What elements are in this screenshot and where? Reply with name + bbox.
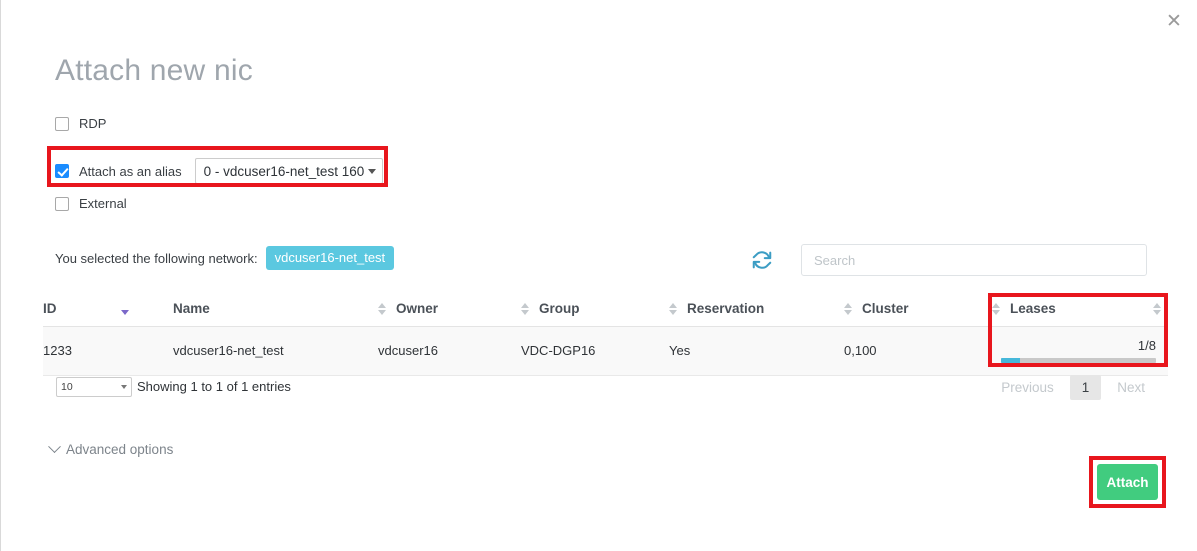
page-length-value: 10 [61,381,73,393]
cell-spacer [121,326,173,376]
sort-icon-group[interactable] [521,302,530,316]
alias-checkbox[interactable] [55,164,69,178]
alias-select-value: 0 - vdcuser16-net_test 160.22. [203,163,364,179]
pagination-page-1[interactable]: 1 [1069,375,1102,400]
pagination-next[interactable]: Next [1107,375,1155,400]
sort-icon-cluster[interactable] [844,302,853,316]
chevron-down-icon [121,385,127,389]
alias-checkbox-row[interactable]: Attach as an alias 0 - vdcuser16-net_tes… [55,158,383,184]
chevron-down-icon [48,440,61,454]
column-sort-id[interactable] [121,293,173,327]
table-row[interactable]: 1233 vdcuser16-net_test vdcuser16 VDC-DG… [43,326,1168,376]
external-label: External [79,196,127,211]
lease-progress-fill [1001,358,1021,363]
page-title: Attach new nic [55,54,253,87]
status-badge: vdcuser16-net_test [265,246,395,270]
cell-owner: vdcuser16 [378,326,521,376]
column-label-group: Group [539,301,580,316]
column-header-id[interactable]: ID [43,293,121,327]
pagination: Previous 1 Next [991,375,1155,400]
column-label-name: Name [173,301,210,316]
cell-cluster: 0,100 [844,326,992,376]
page-length-select[interactable]: 10 [56,377,132,397]
sort-desc-icon[interactable] [121,302,130,316]
column-header-group[interactable]: Group [521,293,669,327]
column-header-reservation[interactable]: Reservation [669,293,844,327]
column-label-reservation: Reservation [687,301,765,316]
rdp-checkbox[interactable] [55,116,69,131]
sort-icon-leases-left[interactable] [992,302,1001,316]
lease-count-label: 1/8 [1137,338,1156,353]
selected-network-prefix: You selected the following network: [55,250,258,266]
column-header-leases[interactable]: Leases [992,293,1168,327]
close-icon[interactable]: ✕ [1161,8,1187,34]
sort-icon-leases-right[interactable] [1153,302,1162,316]
column-label-cluster: Cluster [862,301,909,316]
pagination-previous[interactable]: Previous [991,375,1064,400]
advanced-options-label: Advanced options [66,442,174,457]
column-header-name[interactable]: Name [173,293,378,327]
attach-button[interactable]: Attach [1097,464,1158,500]
lease-progress-bar [1001,358,1156,363]
search-input[interactable] [801,244,1147,276]
sort-icon-owner[interactable] [378,302,387,316]
column-header-owner[interactable]: Owner [378,293,521,327]
rdp-checkbox-row[interactable]: RDP [55,116,106,131]
column-label-owner: Owner [396,301,439,316]
cell-leases: 1/8 [992,326,1168,376]
attach-nic-dialog: ✕ Attach new nic RDP Attach as an alias … [0,0,1197,551]
networks-table: ID Name Owner Group Reservation Cluster … [43,293,1168,376]
alias-label: Attach as an alias [79,163,182,179]
alias-select[interactable]: 0 - vdcuser16-net_test 160.22. [194,158,383,184]
table-header-row: ID Name Owner Group Reservation Cluster … [43,293,1168,327]
sort-icon-reservation[interactable] [669,302,678,316]
selected-network: You selected the following network: vdcu… [55,246,395,270]
rdp-label: RDP [79,116,107,131]
column-header-cluster[interactable]: Cluster [844,293,992,327]
external-checkbox-row[interactable]: External [55,196,127,211]
chevron-down-icon [367,168,376,174]
cell-id: 1233 [43,326,121,376]
column-label-leases: Leases [1010,301,1056,316]
column-label-id: ID [43,301,57,316]
cell-group: VDC-DGP16 [521,326,669,376]
refresh-icon[interactable] [751,249,773,271]
cell-name: vdcuser16-net_test [173,326,378,376]
entries-info: Showing 1 to 1 of 1 entries [137,379,291,394]
advanced-options-toggle[interactable]: Advanced options [48,440,174,457]
cell-reservation: Yes [669,326,844,376]
external-checkbox[interactable] [55,196,69,211]
